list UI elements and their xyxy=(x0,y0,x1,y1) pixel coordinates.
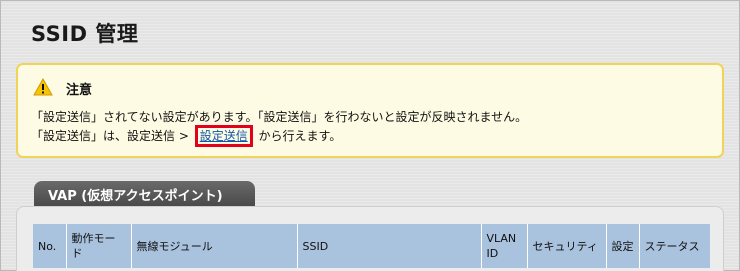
column-header-status: ステータス xyxy=(639,224,710,268)
send-settings-link[interactable]: 設定送信 xyxy=(194,125,253,147)
column-header-vlan-id: VLAN ID xyxy=(481,224,528,268)
notice-message: 「設定送信」されてない設定があります。「設定送信」を行わないと設定が反映されませ… xyxy=(31,110,528,124)
warning-icon xyxy=(33,77,53,96)
column-header-settings: 設定 xyxy=(606,224,640,268)
notice-title: 注意 xyxy=(66,83,93,98)
table-header-row: No. 動作モード 無線モジュール SSID VLAN ID セキュリティ 設定… xyxy=(33,224,710,268)
vap-table: No. 動作モード 無線モジュール SSID VLAN ID セキュリティ 設定… xyxy=(33,224,710,268)
column-header-mode: 動作モード xyxy=(66,224,132,268)
notice-instruction: 「設定送信」は、設定送信 > 設定送信 から行えます。 xyxy=(31,125,342,147)
column-header-wireless-module: 無線モジュール xyxy=(131,224,298,268)
notice-instruction-suffix: から行えます。 xyxy=(254,129,342,143)
notice-instruction-prefix: 「設定送信」は、設定送信 > xyxy=(31,129,193,143)
tab-vap[interactable]: VAP (仮想アクセスポイント) xyxy=(34,181,255,206)
page-title: SSID 管理 xyxy=(31,22,139,46)
column-header-ssid: SSID xyxy=(297,224,482,268)
column-header-no: No. xyxy=(33,224,67,268)
vap-panel: No. 動作モード 無線モジュール SSID VLAN ID セキュリティ 設定… xyxy=(16,206,724,271)
column-header-security: セキュリティ xyxy=(527,224,607,268)
notice-box: 注意 「設定送信」されてない設定があります。「設定送信」を行わないと設定が反映さ… xyxy=(16,63,724,158)
